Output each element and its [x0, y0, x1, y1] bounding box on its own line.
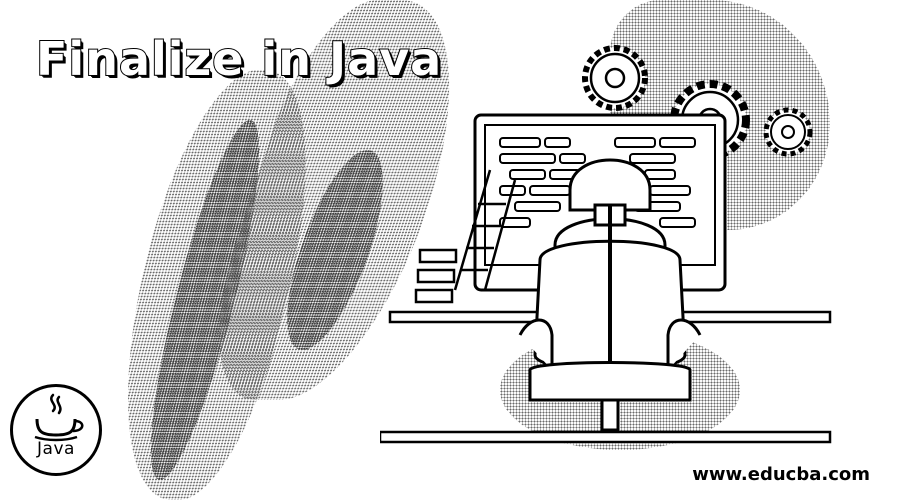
- banner-image: Finalize in Java Java www.educba.com: [0, 0, 900, 500]
- java-badge-label: Java: [37, 439, 75, 459]
- gear-icon: [582, 45, 648, 111]
- developer-at-computer-illustration: [380, 45, 832, 444]
- floor-base: [380, 430, 832, 444]
- java-coffee-cup-icon: [34, 393, 84, 442]
- gear-icon: [763, 107, 813, 157]
- website-url: www.educba.com: [692, 464, 870, 485]
- java-logo-badge: Java: [10, 384, 102, 476]
